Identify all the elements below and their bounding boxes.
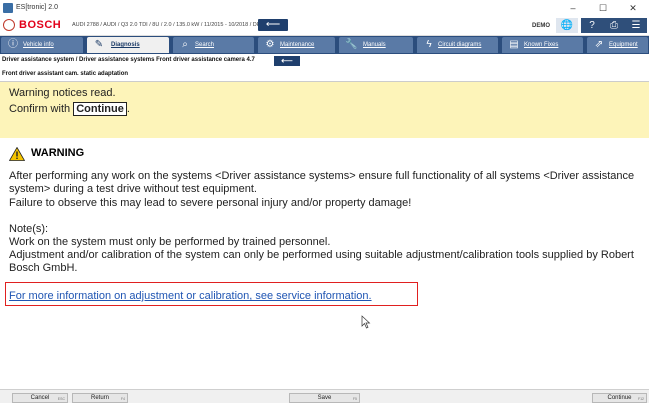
notes-label: Note(s):	[9, 223, 49, 235]
return-key-hint: F4	[120, 397, 125, 401]
breadcrumb-back-button[interactable]: ⟵	[274, 56, 300, 66]
note-1: Work on the system must only be performe…	[9, 236, 331, 248]
globe-icon[interactable]: 🌐	[556, 18, 578, 33]
mouse-cursor-icon	[361, 315, 371, 329]
help-icon[interactable]: ?	[581, 18, 603, 33]
note-2: Adjustment and/or calibration of the sys…	[9, 249, 634, 274]
footer-bar: Cancel ESC Return F4 Save F5 Continue F12	[0, 389, 649, 403]
info-icon: ⓘ	[8, 39, 18, 50]
tab-label: Manuals	[363, 42, 386, 48]
tab-known-fixes[interactable]: ▤ Known Fixes	[502, 37, 583, 53]
cancel-key-hint: ESC	[57, 397, 65, 401]
app-icon	[3, 3, 13, 13]
tab-search[interactable]: ⌕ Search	[173, 37, 254, 53]
continue-key-hint: F12	[637, 397, 644, 401]
gear-icon: ⚙	[265, 39, 275, 50]
tab-circuit-diagrams[interactable]: ϟ Circuit diagrams	[417, 37, 498, 53]
window-title: ES[tronic] 2.0	[16, 4, 59, 11]
lightning-icon: ϟ	[426, 39, 432, 50]
page-subtitle-bar: Front driver assistant cam. static adapt…	[0, 68, 649, 82]
warning-triangle-icon	[9, 147, 25, 161]
back-arrow-icon: ⟵	[281, 56, 293, 65]
header-back-button[interactable]: ⟵	[258, 19, 288, 31]
notice-line-2-prefix: Confirm with	[9, 103, 74, 115]
tab-label: Equipment	[609, 42, 638, 48]
continue-inline-label: Continue	[73, 102, 127, 116]
save-key-hint: F5	[352, 397, 357, 401]
warning-paragraph-2: Failure to observe this may lead to seve…	[9, 197, 412, 209]
warning-paragraph-1: After performing any work on the systems…	[9, 170, 635, 195]
warning-heading: WARNING	[31, 147, 85, 159]
main-nav: ⓘ Vehicle info ✎ Diagnosis ⌕ Search ⚙ Ma…	[0, 36, 649, 54]
notice-line-2: Confirm with Continue.	[9, 102, 130, 116]
brand-logo: BOSCH	[19, 19, 62, 31]
external-link-icon: ⇗	[594, 39, 604, 50]
tab-vehicle-info[interactable]: ⓘ Vehicle info	[1, 37, 83, 53]
close-button[interactable]: ✕	[621, 1, 645, 15]
breadcrumb: Driver assistance system / Driver assist…	[0, 54, 649, 68]
wrench-icon: 🔧	[345, 39, 358, 50]
tab-label: Vehicle info	[23, 42, 54, 48]
notice-line-1: Warning notices read.	[9, 87, 116, 99]
window-titlebar: ES[tronic] 2.0 – ☐ ✕	[0, 0, 649, 16]
tab-equipment[interactable]: ⇗ Equipment	[587, 37, 648, 53]
notice-line-2-suffix: .	[126, 103, 130, 115]
maximize-button[interactable]: ☐	[591, 1, 615, 15]
return-label: Return	[90, 395, 109, 401]
tab-diagnosis[interactable]: ✎ Diagnosis	[87, 37, 169, 53]
tab-label: Maintenance	[280, 42, 315, 48]
tab-manuals[interactable]: 🔧 Manuals	[339, 37, 413, 53]
page-subtitle: Front driver assistant cam. static adapt…	[2, 71, 129, 77]
service-info-link[interactable]: For more information on adjustment or ca…	[9, 290, 372, 302]
search-icon: ⌕	[182, 39, 188, 50]
cancel-label: Cancel	[30, 395, 50, 401]
menu-icon[interactable]: ☰	[625, 18, 647, 33]
tab-label: Circuit diagrams	[438, 42, 482, 48]
minimize-button[interactable]: –	[561, 1, 585, 15]
tab-maintenance[interactable]: ⚙ Maintenance	[258, 37, 335, 53]
app-header: BOSCH AUDI 2788 / AUDI / Q3 2.0 TDI / 8U…	[0, 16, 649, 36]
demo-label: DEMO	[532, 23, 550, 29]
tab-label: Diagnosis	[111, 42, 140, 48]
book-icon: ▤	[509, 39, 519, 50]
bosch-logo-icon	[3, 19, 15, 31]
diagnosis-icon: ✎	[94, 39, 104, 50]
back-arrow-icon: ⟵	[265, 19, 281, 30]
save-label: Save	[317, 395, 332, 401]
vehicle-info-text: AUDI 2788 / AUDI / Q3 2.0 TDI / 8U / 2.0…	[72, 22, 268, 28]
continue-label: Continue	[607, 395, 632, 401]
tab-label: Known Fixes	[524, 42, 559, 48]
breadcrumb-path: Driver assistance system / Driver assist…	[2, 57, 255, 63]
notice-panel: Warning notices read. Confirm with Conti…	[0, 82, 649, 138]
tab-label: Search	[195, 42, 215, 48]
print-icon[interactable]: ⎙	[603, 18, 625, 33]
